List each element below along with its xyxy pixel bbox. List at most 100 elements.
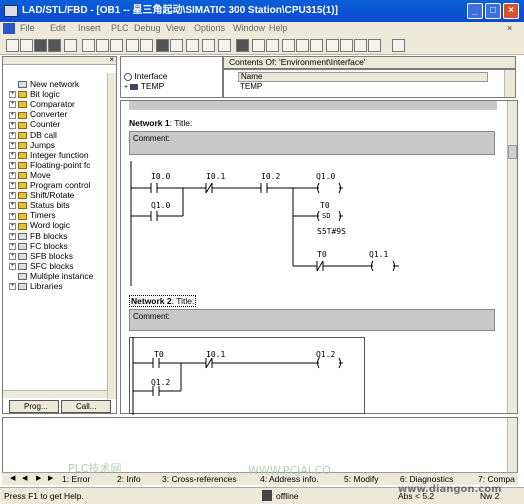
expand-plus-icon[interactable]: +	[9, 222, 16, 230]
catalog-toggle-icon[interactable]	[252, 39, 265, 52]
expand-plus-icon[interactable]: +	[124, 84, 128, 91]
minimize-button[interactable]: _	[467, 3, 483, 19]
menu-edit[interactable]: Edit	[50, 23, 66, 33]
close-branch-icon[interactable]	[354, 39, 367, 52]
expand-plus-icon[interactable]: +	[9, 283, 16, 291]
catalog-item[interactable]: + DB call	[9, 130, 57, 140]
catalog-item[interactable]: + SFB blocks	[9, 251, 73, 261]
expand-plus-icon[interactable]: +	[9, 121, 16, 129]
catalog-item[interactable]: + Status bits	[9, 200, 70, 210]
expand-plus-icon[interactable]: +	[9, 182, 16, 190]
last-tab-arrow-icon[interactable]: ▶	[48, 474, 53, 482]
mdi-close-icon[interactable]: ×	[507, 23, 512, 33]
expand-plus-icon[interactable]: +	[9, 192, 16, 200]
catalog-item[interactable]: + Counter	[9, 119, 60, 129]
undo-icon[interactable]	[126, 39, 139, 52]
tab-compare[interactable]: 7: Compa	[478, 474, 515, 484]
next-tab-arrow-icon[interactable]: ▶	[36, 474, 41, 482]
catalog-item[interactable]: + Integer function	[9, 150, 89, 160]
close-button[interactable]: ×	[503, 3, 519, 19]
catalog-item[interactable]: + Jumps	[9, 140, 55, 150]
catalog-item[interactable]: + Word logic	[9, 220, 70, 230]
catalog-hscrollbar[interactable]	[3, 390, 107, 398]
tab-program-elements[interactable]: Prog...	[9, 400, 59, 413]
details-icon[interactable]	[266, 39, 279, 52]
column-header-name[interactable]: Name	[238, 72, 488, 82]
new-icon[interactable]	[6, 39, 19, 52]
network1-label[interactable]: Network 1: Title:	[129, 118, 192, 128]
catalog-item[interactable]: + Libraries	[9, 281, 63, 291]
menu-window[interactable]: Window	[233, 23, 265, 33]
catalog-item[interactable]: + Program control	[9, 180, 90, 190]
copy-icon[interactable]	[96, 39, 109, 52]
catalog-item[interactable]: + FC blocks	[9, 241, 68, 251]
catalog-close-icon[interactable]: ×	[109, 55, 114, 64]
tab-diagnostics[interactable]: 6: Diagnostics	[400, 474, 453, 484]
connection-icon[interactable]	[368, 39, 381, 52]
expand-plus-icon[interactable]: +	[9, 151, 16, 159]
prev-tab-arrow-icon[interactable]: ◀	[22, 474, 27, 482]
expand-plus-icon[interactable]: +	[9, 101, 16, 109]
expand-plus-icon[interactable]: +	[9, 242, 16, 250]
open-icon[interactable]	[20, 39, 33, 52]
catalog-item[interactable]: + Shift/Rotate	[9, 190, 74, 200]
expand-plus-icon[interactable]: +	[9, 263, 16, 271]
details-scrollbar[interactable]	[507, 418, 517, 474]
overview-icon[interactable]	[236, 39, 249, 52]
expand-plus-icon[interactable]: +	[9, 141, 16, 149]
catalog-item[interactable]: + SFC blocks	[9, 261, 73, 271]
upload-icon[interactable]	[170, 39, 183, 52]
expand-plus-icon[interactable]: +	[9, 162, 16, 170]
empty-box-icon[interactable]	[326, 39, 339, 52]
expand-plus-icon[interactable]: +	[9, 91, 16, 99]
network2-label[interactable]: Network 2: Title:	[129, 295, 197, 307]
first-tab-arrow-icon[interactable]: ◀	[10, 474, 15, 482]
menu-insert[interactable]: Insert	[78, 23, 101, 33]
catalog-item[interactable]: + Floating-point fc	[9, 160, 90, 170]
catalog-item[interactable]: + Timers	[9, 210, 56, 220]
download-icon[interactable]	[156, 39, 169, 52]
contact-no-icon[interactable]	[282, 39, 295, 52]
menu-view[interactable]: View	[166, 23, 185, 33]
expand-plus-icon[interactable]: +	[9, 131, 16, 139]
tab-modify[interactable]: 5: Modify	[344, 474, 379, 484]
catalog-item[interactable]: + Comparator	[9, 99, 75, 109]
catalog-item[interactable]: + Converter	[9, 109, 67, 119]
menu-file[interactable]: File	[20, 23, 35, 33]
tab-cross-references[interactable]: 3: Cross-references	[162, 474, 237, 484]
print-icon[interactable]	[64, 39, 77, 52]
interface-temp-node[interactable]: + TEMP	[124, 81, 164, 91]
save-all-icon[interactable]	[48, 39, 61, 52]
catalog-item[interactable]: New network	[9, 79, 79, 89]
contact-nc-icon[interactable]	[296, 39, 309, 52]
network1-comment[interactable]: Comment:	[129, 131, 495, 155]
interface-root[interactable]: Interface	[124, 71, 167, 81]
cut-icon[interactable]	[82, 39, 95, 52]
expand-plus-icon[interactable]: +	[9, 172, 16, 180]
glasses-icon[interactable]	[202, 39, 215, 52]
view-icon[interactable]	[218, 39, 231, 52]
expand-plus-icon[interactable]: +	[9, 111, 16, 119]
help-context-icon[interactable]	[392, 39, 405, 52]
redo-icon[interactable]	[140, 39, 153, 52]
catalog-item[interactable]: + Bit logic	[9, 89, 60, 99]
menu-help[interactable]: Help	[269, 23, 288, 33]
coil-icon[interactable]	[310, 39, 323, 52]
save-icon[interactable]	[34, 39, 47, 52]
catalog-item[interactable]: + FB blocks	[9, 231, 67, 241]
expand-plus-icon[interactable]: +	[9, 212, 16, 220]
menu-options[interactable]: Options	[194, 23, 225, 33]
expand-plus-icon[interactable]: +	[9, 252, 16, 260]
open-branch-icon[interactable]	[340, 39, 353, 52]
catalog-scrollbar[interactable]	[107, 73, 116, 399]
contents-scrollbar[interactable]	[504, 70, 515, 97]
menu-debug[interactable]: Debug	[134, 23, 161, 33]
monitor-icon[interactable]	[186, 39, 199, 52]
catalog-item[interactable]: + Move	[9, 170, 51, 180]
network2-comment[interactable]: Comment:	[129, 309, 495, 331]
menu-plc[interactable]: PLC	[111, 23, 129, 33]
editor-scroll-thumb[interactable]	[508, 145, 517, 159]
expand-plus-icon[interactable]: +	[9, 202, 16, 210]
maximize-button[interactable]: □	[485, 3, 501, 19]
table-row[interactable]: TEMP	[238, 82, 488, 92]
